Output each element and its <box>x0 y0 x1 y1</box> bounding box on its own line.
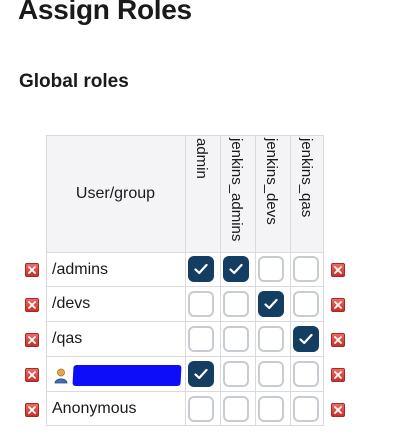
delete-x-icon <box>334 406 342 414</box>
delete-row-icon-right[interactable] <box>331 298 345 312</box>
role-checkbox-jenkins-admins[interactable] <box>223 396 249 422</box>
delete-row-icon-right[interactable] <box>331 403 345 417</box>
role-checkbox-admin[interactable] <box>188 361 214 387</box>
delete-row-icon-left[interactable] <box>25 403 39 417</box>
grid-line <box>323 135 324 426</box>
section-title: Global roles <box>19 71 129 92</box>
table-row-label-qas: /qas <box>52 330 83 347</box>
grid-line <box>46 135 47 426</box>
grid-line <box>46 321 324 322</box>
delete-x-icon <box>28 406 36 414</box>
grid-line <box>290 135 291 426</box>
role-checkbox-jenkins-devs[interactable] <box>258 256 284 282</box>
delete-row-icon-left[interactable] <box>25 333 39 347</box>
delete-x-icon <box>334 266 342 274</box>
grid-line <box>185 135 186 426</box>
role-checkbox-admin[interactable] <box>188 396 214 422</box>
role-header-jenkins-qas: jenkins_qas <box>290 135 325 252</box>
role-header-label: jenkins_devs <box>263 138 280 225</box>
role-checkbox-jenkins-admins[interactable] <box>223 361 249 387</box>
delete-x-icon <box>28 371 36 379</box>
checkmark-icon <box>229 263 243 275</box>
user-icon <box>54 368 68 384</box>
role-header-admin: admin <box>185 135 220 252</box>
role-checkbox-jenkins-admins[interactable] <box>223 291 249 317</box>
checkmark-icon <box>264 298 278 310</box>
role-checkbox-jenkins-admins[interactable] <box>223 256 249 282</box>
table-row-label-devs: /devs <box>52 295 91 312</box>
role-header-label: jenkins_qas <box>298 138 315 218</box>
delete-row-icon-left[interactable] <box>25 298 39 312</box>
role-checkbox-jenkins-qas[interactable] <box>293 326 319 352</box>
delete-row-icon-right[interactable] <box>331 333 345 347</box>
delete-x-icon <box>334 301 342 309</box>
grid-line <box>255 135 256 426</box>
role-checkbox-jenkins-devs[interactable] <box>258 361 284 387</box>
role-checkbox-admin[interactable] <box>188 326 214 352</box>
role-checkbox-jenkins-qas[interactable] <box>293 291 319 317</box>
grid-line <box>46 356 324 357</box>
role-header-jenkins-devs: jenkins_devs <box>255 135 290 252</box>
role-checkbox-jenkins-devs[interactable] <box>258 326 284 352</box>
role-checkbox-jenkins-qas[interactable] <box>293 396 319 422</box>
role-header-label: admin <box>193 138 210 179</box>
delete-x-icon <box>28 301 36 309</box>
delete-row-icon-left[interactable] <box>25 368 39 382</box>
page-title: Assign Roles <box>18 0 192 25</box>
role-checkbox-admin[interactable] <box>188 291 214 317</box>
role-checkbox-jenkins-devs[interactable] <box>258 396 284 422</box>
grid-line <box>46 135 324 136</box>
user-group-header: User/group <box>75 184 156 202</box>
role-checkbox-jenkins-qas[interactable] <box>293 361 319 387</box>
delete-x-icon <box>28 336 36 344</box>
role-checkbox-jenkins-devs[interactable] <box>258 291 284 317</box>
redacted-user-name <box>72 365 182 386</box>
role-checkbox-jenkins-qas[interactable] <box>293 256 319 282</box>
checkmark-icon <box>194 368 208 380</box>
delete-x-icon <box>334 371 342 379</box>
delete-x-icon <box>334 336 342 344</box>
table-row-label-anonymous: Anonymous <box>52 400 137 417</box>
delete-row-icon-right[interactable] <box>331 368 345 382</box>
role-checkbox-jenkins-admins[interactable] <box>223 326 249 352</box>
role-checkbox-admin[interactable] <box>188 256 214 282</box>
table-row-label-admins: /admins <box>52 261 109 278</box>
role-header-label: jenkins_admins <box>228 138 245 242</box>
checkmark-icon <box>194 263 208 275</box>
grid-line <box>220 135 221 426</box>
role-header-jenkins-admins: jenkins_admins <box>220 135 255 252</box>
checkmark-icon <box>299 333 313 345</box>
delete-row-icon-left[interactable] <box>25 263 39 277</box>
delete-row-icon-right[interactable] <box>331 263 345 277</box>
delete-x-icon <box>28 266 36 274</box>
